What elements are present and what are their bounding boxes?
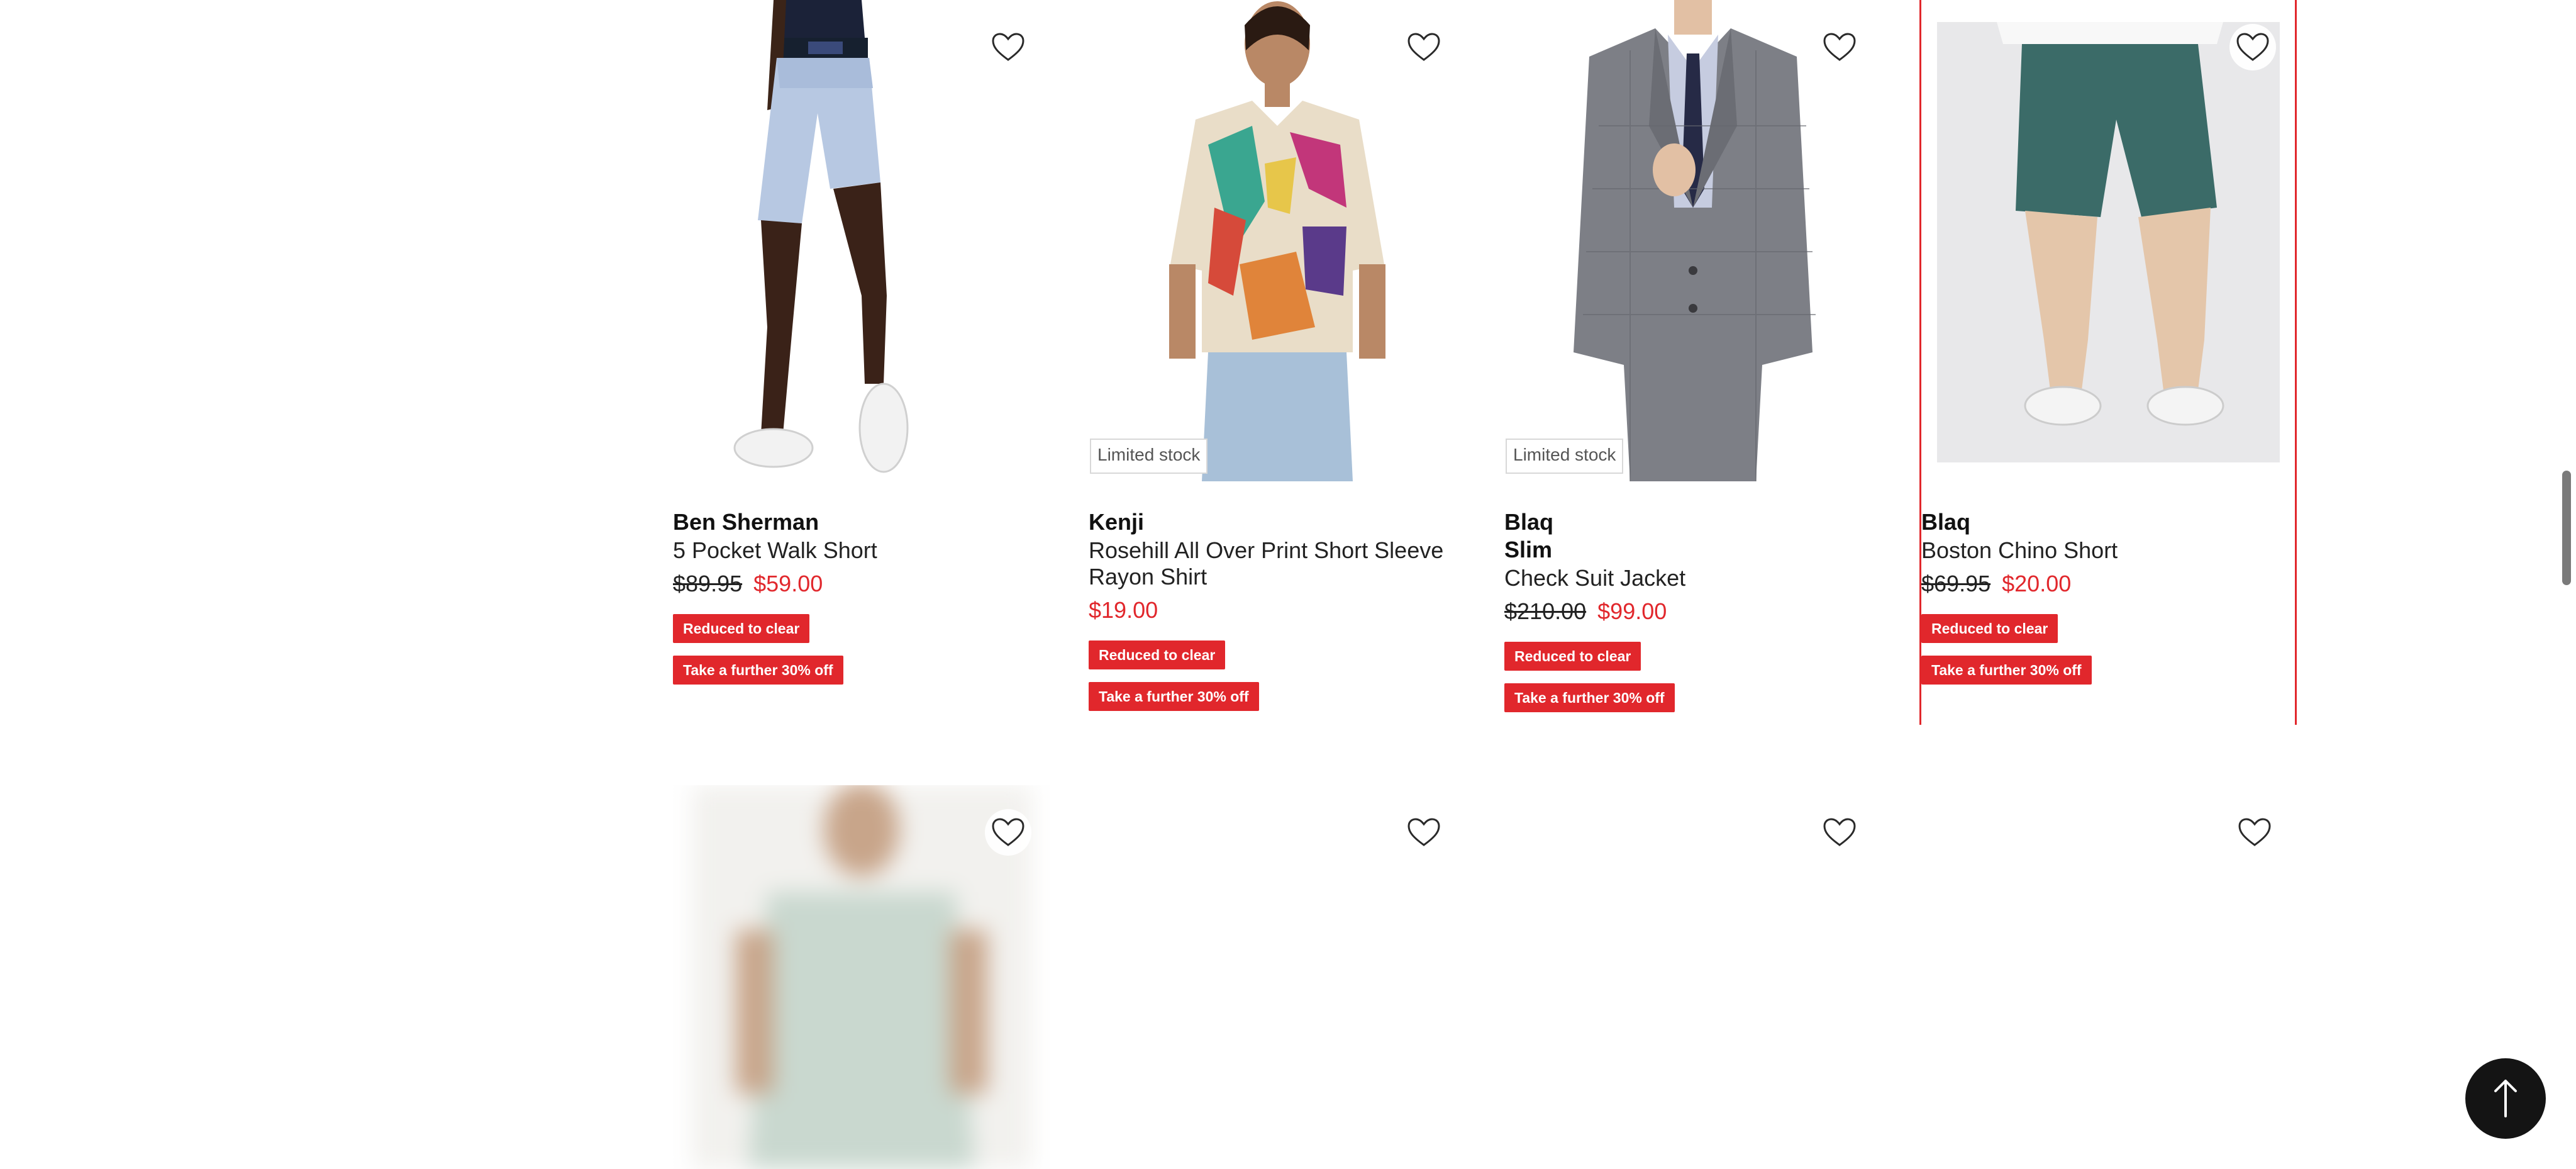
page-scrollbar[interactable]	[2562, 471, 2571, 585]
heart-outline-icon	[1823, 33, 1856, 61]
product-prices: $210.00 $99.00	[1504, 598, 1875, 625]
product-card[interactable]	[1919, 785, 2297, 1169]
now-price: $99.00	[1597, 598, 1667, 624]
product-info: Ben Sherman 5 Pocket Walk Short $89.95 $…	[673, 508, 1044, 697]
reduced-to-clear-badge: Reduced to clear	[1504, 642, 1641, 671]
product-card[interactable]	[1504, 785, 1882, 1169]
limited-stock-tag: Limited stock	[1506, 439, 1624, 474]
limited-stock-tag: Limited stock	[1090, 439, 1208, 474]
product-card[interactable]: Ben Sherman 5 Pocket Walk Short $89.95 $…	[673, 0, 1050, 724]
product-brand[interactable]: Blaq	[1921, 508, 2292, 536]
model-light-blue-shorts-image	[673, 0, 1050, 481]
product-name[interactable]: Check Suit Jacket	[1504, 565, 1875, 591]
product-brand[interactable]: Kenji	[1089, 508, 1460, 536]
further-discount-badge: Take a further 30% off	[1089, 682, 1259, 711]
reduced-to-clear-badge: Reduced to clear	[1921, 614, 2058, 643]
heart-outline-icon	[1407, 818, 1440, 846]
product-brand[interactable]: Ben Sherman	[673, 508, 1044, 536]
favourite-button[interactable]	[985, 24, 1031, 70]
model-teal-shorts-image	[1921, 0, 2295, 481]
promo-badges: Reduced to clear Take a further 30% off	[1921, 614, 2292, 685]
product-name[interactable]: Rosehill All Over Print Short Sleeve Ray…	[1089, 537, 1460, 590]
was-price: $210.00	[1504, 598, 1587, 624]
further-discount-badge: Take a further 30% off	[1504, 683, 1675, 712]
product-card[interactable]: Blaq Boston Chino Short $69.95 $20.00 Re…	[1919, 0, 2297, 725]
heart-outline-icon	[2238, 818, 2271, 846]
product-prices: $89.95 $59.00	[673, 570, 1044, 598]
product-image[interactable]	[1921, 0, 2295, 481]
favourite-button[interactable]	[1401, 24, 1447, 70]
favourite-button[interactable]	[1816, 809, 1863, 856]
heart-outline-icon	[1407, 33, 1440, 61]
reduced-to-clear-badge: Reduced to clear	[673, 614, 810, 643]
heart-outline-icon	[992, 818, 1024, 846]
promo-badges: Reduced to clear Take a further 30% off	[1504, 642, 1875, 712]
product-card[interactable]	[673, 785, 1050, 1169]
now-price: $59.00	[753, 571, 823, 596]
heart-outline-icon	[992, 33, 1024, 61]
promo-badges: Reduced to clear Take a further 30% off	[673, 614, 1044, 685]
product-card[interactable]	[1089, 785, 1466, 1169]
favourite-button[interactable]	[2231, 809, 2278, 856]
now-price: $19.00	[1089, 597, 1158, 623]
product-info: Blaq Boston Chino Short $69.95 $20.00 Re…	[1921, 508, 2292, 697]
product-prices: $69.95 $20.00	[1921, 570, 2292, 598]
was-price: $69.95	[1921, 571, 1991, 596]
promo-badges: Reduced to clear Take a further 30% off	[1089, 640, 1460, 711]
further-discount-badge: Take a further 30% off	[1921, 656, 2092, 685]
model-grey-suit-image	[1504, 0, 1882, 481]
favourite-button[interactable]	[1816, 24, 1863, 70]
further-discount-badge: Take a further 30% off	[673, 656, 843, 685]
back-to-top-button[interactable]	[2465, 1058, 2546, 1139]
product-card[interactable]: Limited stock Kenji Rosehill All Over Pr…	[1089, 0, 1466, 724]
product-card[interactable]: Limited stock Blaq Slim Check Suit Jacke…	[1504, 0, 1882, 724]
product-image[interactable]	[1504, 0, 1882, 481]
now-price: $20.00	[2002, 571, 2072, 596]
product-info: Blaq Slim Check Suit Jacket $210.00 $99.…	[1504, 508, 1875, 725]
heart-outline-icon	[2236, 33, 2269, 61]
product-image[interactable]	[673, 0, 1050, 481]
product-name[interactable]: Boston Chino Short	[1921, 537, 2292, 564]
was-price: $89.95	[673, 571, 743, 596]
arrow-up-icon	[2494, 1080, 2517, 1117]
product-prices: $19.00	[1089, 596, 1460, 624]
favourite-button[interactable]	[1401, 809, 1447, 856]
favourite-button[interactable]	[985, 809, 1031, 856]
model-print-shirt-image	[1089, 0, 1466, 481]
product-brand[interactable]: Blaq	[1504, 508, 1875, 536]
product-info: Kenji Rosehill All Over Print Short Slee…	[1089, 508, 1460, 724]
product-image[interactable]	[1089, 0, 1466, 481]
favourite-button[interactable]	[2229, 24, 2276, 70]
product-subbrand[interactable]: Slim	[1504, 536, 1875, 564]
heart-outline-icon	[1823, 818, 1856, 846]
reduced-to-clear-badge: Reduced to clear	[1089, 640, 1226, 669]
product-listing-page: Ben Sherman 5 Pocket Walk Short $89.95 $…	[0, 0, 2576, 1169]
product-name[interactable]: 5 Pocket Walk Short	[673, 537, 1044, 564]
